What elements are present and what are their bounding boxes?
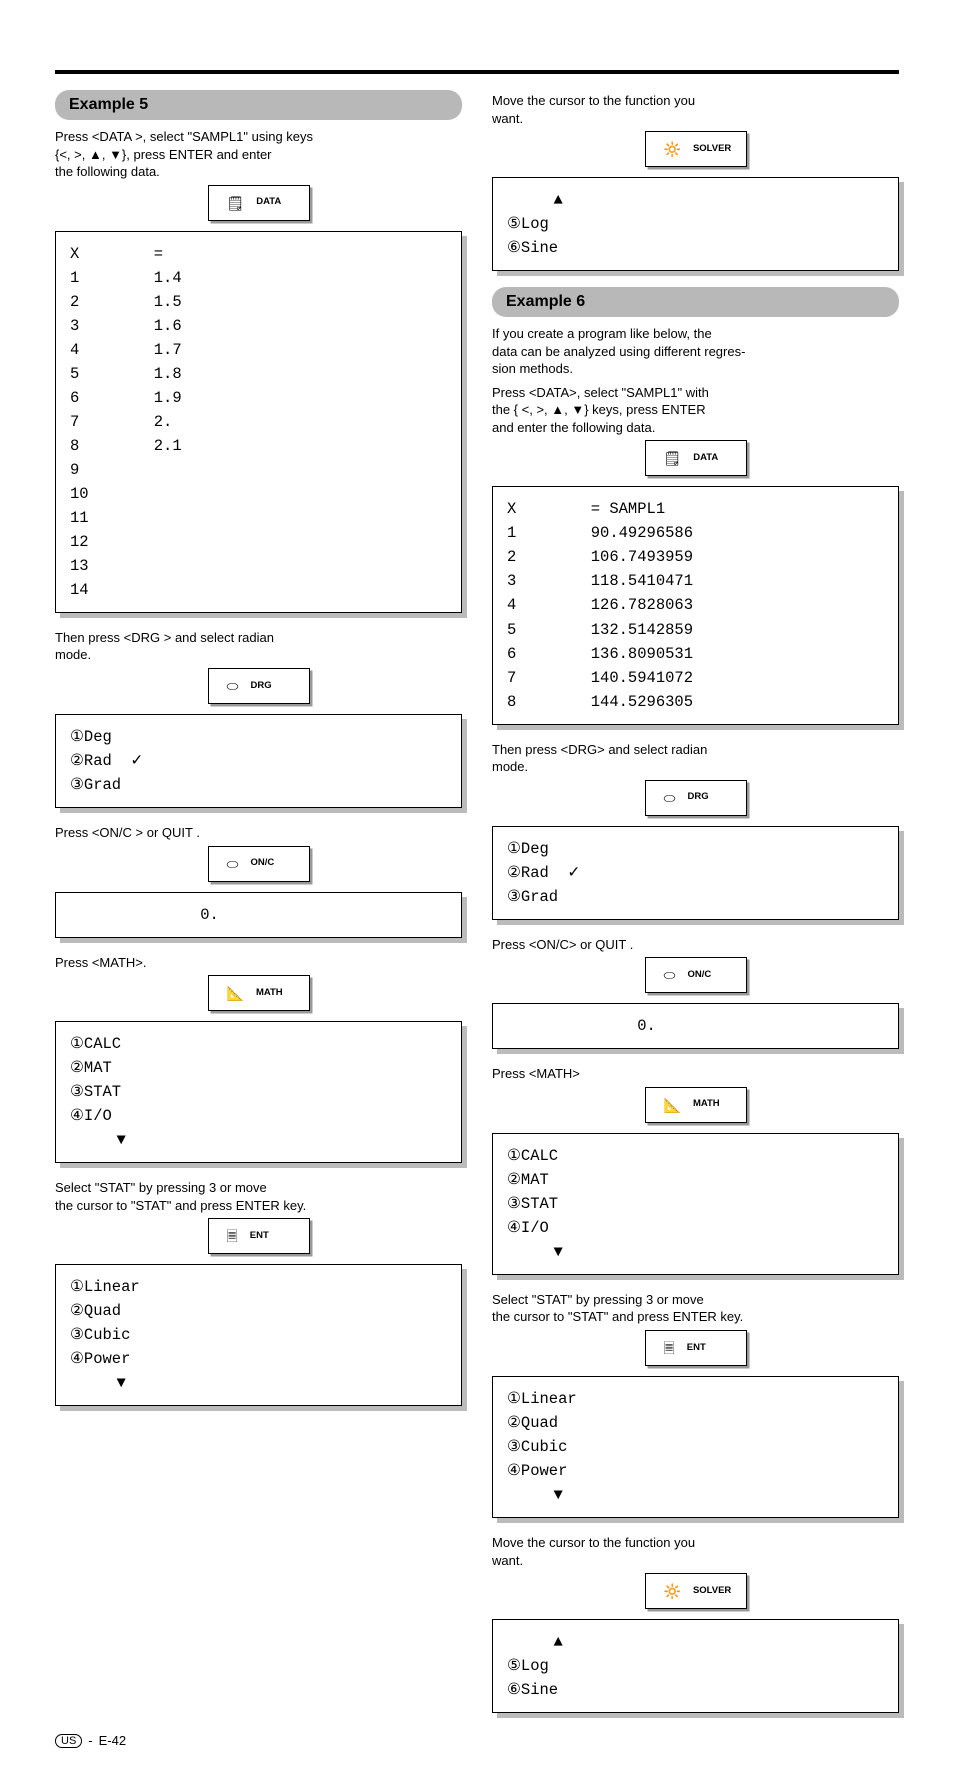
- data-key: 🗒 DATA: [208, 185, 310, 221]
- instruction-r1: Press <DATA>, select "SAMPL1" with the {…: [492, 384, 899, 437]
- instruction-r4: Press <MATH>: [492, 1065, 899, 1083]
- key-label: SOLVER: [693, 1586, 731, 1597]
- instruction-r5: Select "STAT" by pressing 3 or move the …: [492, 1291, 899, 1326]
- key-label: DRG: [687, 792, 708, 803]
- key-label: ON/C: [250, 858, 274, 869]
- lcd-display: ①Linear ②Quad ③Cubic ④Power ▼: [492, 1376, 899, 1518]
- notebook-icon: 🗒: [227, 196, 245, 210]
- lcd-display: X = 1 1.4 2 1.5 3 1.6 4 1.7 5 1.8 6 1.9 …: [55, 231, 462, 613]
- key-label: ENT: [250, 1231, 269, 1242]
- key-label: DATA: [256, 197, 281, 208]
- ellipse-icon: ⬭: [664, 791, 676, 805]
- lcd-display: ①CALC ②MAT ③STAT ④I/O ▼: [492, 1133, 899, 1275]
- left-column: Example 5 Press <DATA >, select "SAMPL1"…: [55, 86, 462, 1729]
- onc-key: ⬭ ON/C: [645, 957, 747, 993]
- region-badge: US: [55, 1734, 82, 1748]
- section-heading-ex6: Example 6: [492, 287, 899, 317]
- ellipse-icon: ⬭: [664, 968, 676, 982]
- lcd-display: ▲ ⑤Log ⑥Sine: [492, 177, 899, 271]
- triangle-ruler-icon: 📐: [227, 986, 244, 1000]
- lcd-display: 0.: [492, 1003, 899, 1049]
- instruction-l3: Press <ON/C > or QUIT .: [55, 824, 462, 842]
- instruction-l5: Select "STAT" by pressing 3 or move the …: [55, 1179, 462, 1214]
- page-icon: 🗏: [227, 1229, 238, 1243]
- page-icon: 🗏: [664, 1341, 675, 1355]
- instruction-l2: Then press <DRG > and select radian mode…: [55, 629, 462, 664]
- instruction-r3: Press <ON/C> or QUIT .: [492, 936, 899, 954]
- key-label: SOLVER: [693, 144, 731, 155]
- drg-key: ⬭ DRG: [645, 780, 747, 816]
- onc-key: ⬭ ON/C: [208, 846, 310, 882]
- lcd-display: ①Deg ②Rad ✓ ③Grad: [492, 826, 899, 920]
- heading-text: Example 5: [69, 96, 148, 113]
- drg-key: ⬭ DRG: [208, 668, 310, 704]
- notebook-icon: 🗒: [664, 451, 682, 465]
- key-label: MATH: [256, 988, 283, 999]
- ellipse-icon: ⬭: [227, 857, 239, 871]
- instruction-l4: Press <MATH>.: [55, 954, 462, 972]
- key-label: ENT: [687, 1343, 706, 1354]
- instruction-r6: Move the cursor to the function you want…: [492, 1534, 899, 1569]
- key-label: DATA: [693, 453, 718, 464]
- sparkle-icon: 🔆: [664, 1584, 681, 1598]
- lcd-display: ①Deg ②Rad ✓ ③Grad: [55, 714, 462, 808]
- instruction-r2: Then press <DRG> and select radian mode.: [492, 741, 899, 776]
- ent-key: 🗏 ENT: [208, 1218, 310, 1254]
- instruction-r0: Move the cursor to the function you want…: [492, 92, 899, 127]
- ellipse-icon: ⬭: [227, 679, 239, 693]
- ent-key: 🗏 ENT: [645, 1330, 747, 1366]
- sparkle-icon: 🔆: [664, 142, 681, 156]
- key-label: MATH: [693, 1099, 720, 1110]
- lcd-display: ①CALC ②MAT ③STAT ④I/O ▼: [55, 1021, 462, 1163]
- dash: -: [88, 1733, 92, 1748]
- section-heading-ex5: Example 5: [55, 90, 462, 120]
- lcd-display: ①Linear ②Quad ③Cubic ④Power ▼: [55, 1264, 462, 1406]
- lcd-display: X = SAMPL1 1 90.49296586 2 106.7493959 3…: [492, 486, 899, 724]
- math-key: 📐 MATH: [208, 975, 310, 1011]
- lcd-display: ▲ ⑤Log ⑥Sine: [492, 1619, 899, 1713]
- key-label: ON/C: [687, 970, 711, 981]
- page-number: E-42: [99, 1733, 126, 1748]
- solver-key: 🔆 SOLVER: [645, 131, 747, 167]
- lcd-display: 0.: [55, 892, 462, 938]
- triangle-ruler-icon: 📐: [664, 1098, 681, 1112]
- key-label: DRG: [250, 681, 271, 692]
- heading-text: Example 6: [506, 293, 585, 310]
- solver-key: 🔆 SOLVER: [645, 1573, 747, 1609]
- page-footer: US - E-42: [55, 1733, 899, 1748]
- top-rule: [55, 70, 899, 74]
- instruction-l1: Press <DATA >, select "SAMPL1" using key…: [55, 128, 462, 181]
- math-key: 📐 MATH: [645, 1087, 747, 1123]
- right-column: Move the cursor to the function you want…: [492, 86, 899, 1729]
- intro-text: If you create a program like below, the …: [492, 325, 899, 378]
- data-key: 🗒 DATA: [645, 440, 747, 476]
